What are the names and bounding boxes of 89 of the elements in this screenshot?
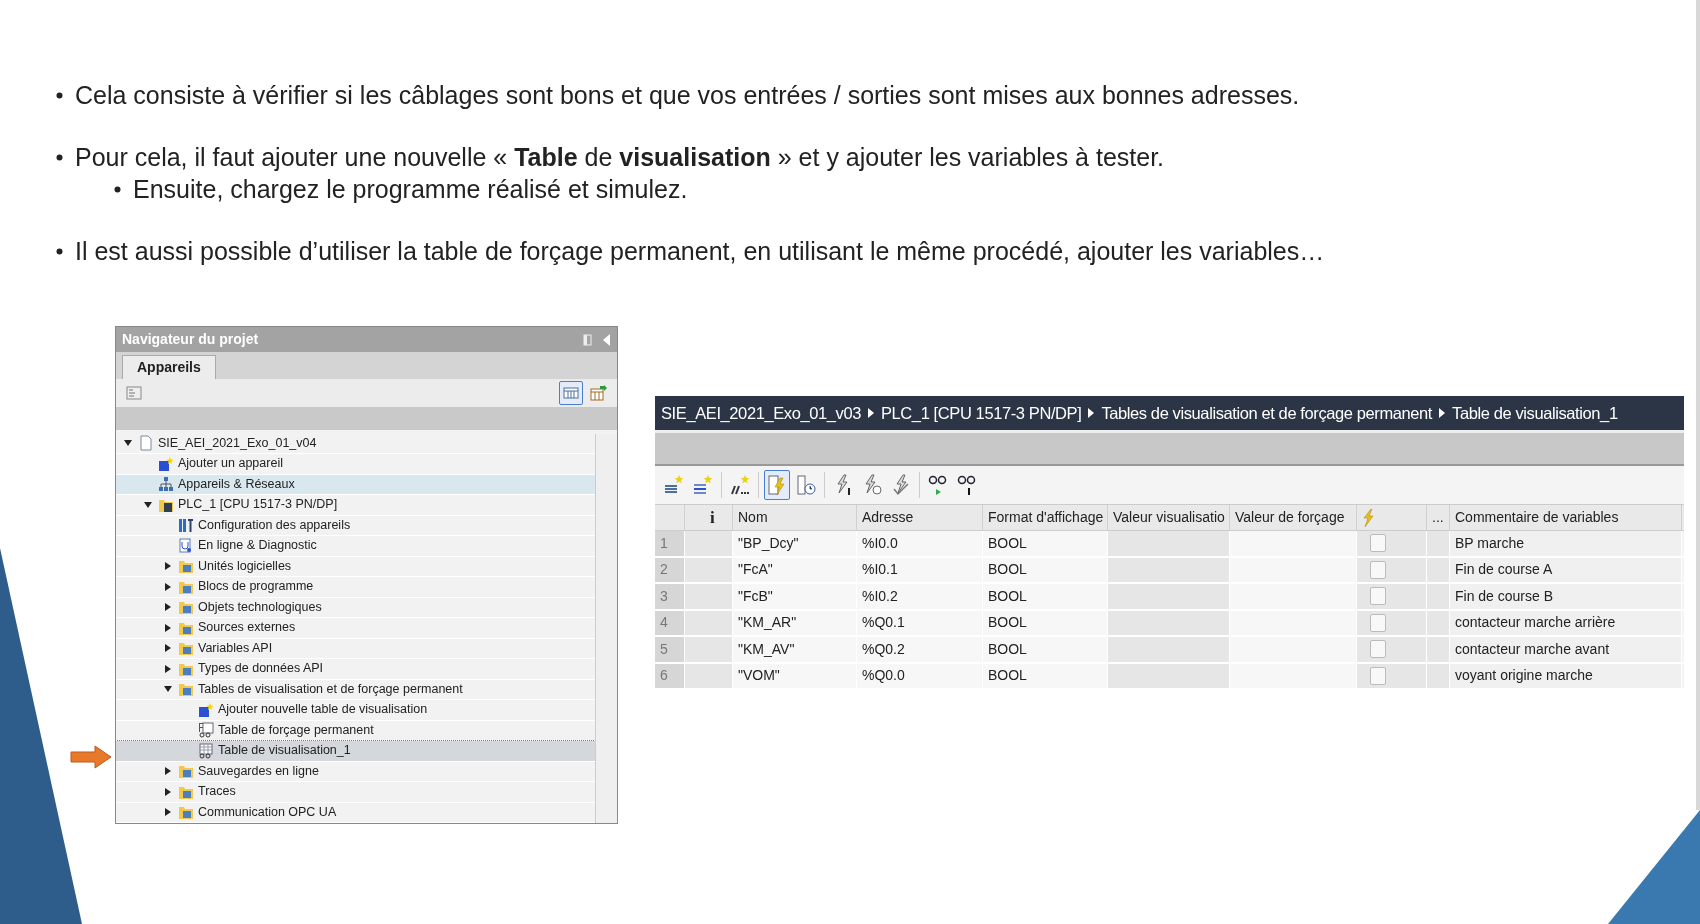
insert-row-icon (692, 474, 714, 496)
export-icon (590, 384, 608, 401)
bullet-icon (56, 248, 63, 255)
row-number: 4 (655, 610, 685, 635)
lightning-stack-icon (890, 474, 912, 496)
collapsed-arrow-icon[interactable] (164, 562, 172, 571)
collapsed-arrow-icon[interactable] (164, 623, 172, 632)
separator-arrow-icon (1088, 408, 1095, 418)
collapsed-arrow-icon[interactable] (164, 767, 172, 776)
column-header[interactable]: Nom (733, 505, 857, 530)
breadcrumb-item[interactable]: PLC_1 [CPU 1517-3 PN/DP] (880, 400, 1082, 426)
monitor-lightning-icon (766, 474, 788, 496)
add-device-icon (198, 701, 214, 718)
breadcrumb-item[interactable]: Table de visualisation_1 (1452, 400, 1618, 426)
column-header[interactable]: Valeur visualisatio (1108, 505, 1230, 530)
tree-item[interactable]: SIE_AEI_2021_Exo_01_v04 (116, 433, 595, 454)
comment-cell: contacteur marche arrière (1450, 610, 1682, 635)
collapsed-arrow-icon[interactable] (164, 603, 172, 612)
lightning-icon (1362, 508, 1374, 527)
column-header[interactable]: i (685, 505, 733, 530)
checkbox[interactable] (1370, 640, 1386, 659)
row-number: 3 (655, 584, 685, 609)
expanded-arrow-icon[interactable] (164, 685, 172, 694)
tree-item[interactable]: Appareils & Réseaux (116, 474, 595, 495)
comment-cell: contacteur marche avant (1450, 637, 1682, 662)
document-icon (138, 435, 154, 452)
overview-icon (126, 385, 142, 400)
collapsed-arrow-icon[interactable] (164, 644, 172, 653)
folder-icon (178, 681, 194, 698)
tree-item[interactable]: Table de forçage permanent (116, 720, 595, 741)
bullet-icon (114, 186, 121, 193)
checkbox[interactable] (1370, 613, 1386, 632)
folder-icon (178, 804, 194, 821)
table-view-icon (563, 385, 579, 400)
force-table-icon (198, 722, 214, 739)
breadcrumb-item[interactable]: Tables de visualisation et de forçage permanent (1101, 400, 1433, 426)
watch-table-icon (198, 742, 214, 759)
checkbox[interactable] (1370, 560, 1386, 579)
folder-icon (178, 558, 194, 575)
checkbox[interactable] (1370, 587, 1386, 606)
column-header[interactable]: Format d'affichage (983, 505, 1108, 530)
glasses-play-icon (927, 474, 949, 496)
folder-icon (178, 763, 194, 780)
tree-item[interactable]: En ligne & Diagnostic (116, 536, 595, 557)
monitor-clock-icon (795, 474, 817, 496)
checkbox[interactable] (1370, 666, 1386, 685)
row-number: 1 (655, 531, 685, 556)
collapsed-arrow-icon[interactable] (164, 664, 172, 673)
comment-cell: Fin de course A (1450, 557, 1682, 582)
network-icon (158, 476, 174, 493)
breadcrumb-item[interactable]: SIE_AEI_2021_Exo_01_v03 (661, 400, 861, 426)
bullet-text: Ensuite, chargez le programme réalisé et simulez. (133, 174, 688, 205)
column-header[interactable]: Commentaire de variables (1450, 505, 1682, 530)
add-rows-icon (729, 474, 751, 496)
tree-item[interactable]: Table de visualisation_1 (116, 741, 595, 762)
collapsed-arrow-icon[interactable] (164, 808, 172, 817)
bullet-text: Cela consiste à vérifier si les câblages sont bons et que vos entrées / sorties sont mises aux bonnes adresses. (75, 80, 1300, 111)
row-number: 2 (655, 557, 685, 582)
checkbox[interactable] (1370, 534, 1386, 553)
bullet-icon (56, 154, 63, 161)
comment-cell: voyant origine marche (1450, 663, 1682, 688)
tree-item[interactable]: Ajouter un appareil (116, 454, 595, 475)
collapsed-arrow-icon[interactable] (164, 582, 172, 591)
column-header[interactable]: Adresse (857, 505, 983, 530)
panel-title: Navigateur du projet (122, 330, 259, 350)
expanded-arrow-icon[interactable] (124, 439, 132, 448)
separator-arrow-icon (867, 408, 874, 418)
add-row-icon (663, 474, 685, 496)
expanded-arrow-icon[interactable] (144, 500, 152, 509)
diagnostic-icon (178, 537, 194, 554)
pointer-arrow-icon (70, 745, 112, 769)
tab[interactable]: Appareils (122, 354, 216, 379)
comment-cell: BP marche (1450, 531, 1682, 556)
glasses-one-icon (956, 474, 978, 496)
add-device-icon (158, 455, 174, 472)
column-header[interactable]: ... (1427, 505, 1450, 530)
bullet-icon (56, 92, 63, 99)
tree-item[interactable]: Ajouter nouvelle table de visualisation (116, 700, 595, 721)
separator-arrow-icon (1439, 408, 1446, 418)
folder-icon (178, 599, 194, 616)
row-number: 6 (655, 663, 685, 688)
column-header[interactable]: Valeur de forçage (1230, 505, 1357, 530)
folder-icon (178, 640, 194, 657)
bullet-text: Pour cela, il faut ajouter une nouvelle « Table de visualisation » et y ajouter les variables à tester. (75, 142, 1165, 173)
row-number: 5 (655, 637, 685, 662)
collapsed-arrow-icon[interactable] (164, 787, 172, 796)
comment-cell: Fin de course B (1450, 584, 1682, 609)
bullet-text: Il est aussi possible d’utiliser la table de forçage permanent, en utilisant le même procédé, ajouter les variables… (75, 236, 1325, 267)
device-config-icon (178, 517, 194, 534)
